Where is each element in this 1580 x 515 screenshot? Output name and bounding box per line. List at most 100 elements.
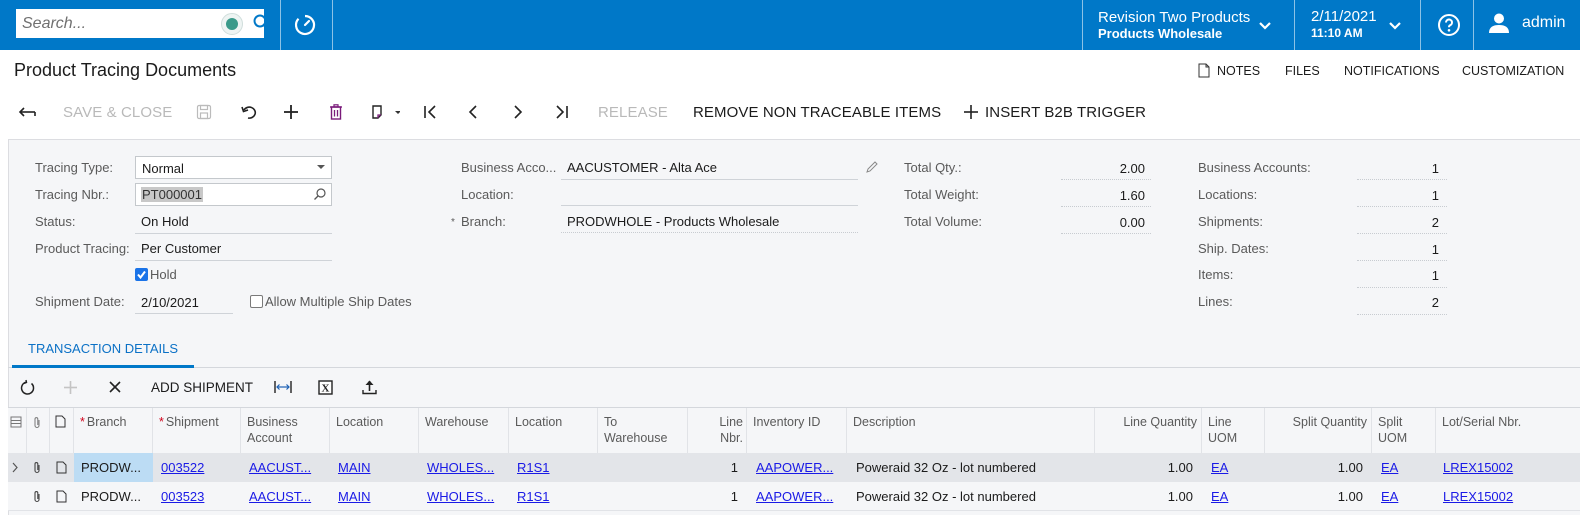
warehouse-link[interactable]: WHOLES... [427,460,494,475]
save-button[interactable] [196,99,212,125]
lot-serial-link[interactable]: LREX15002 [1443,460,1513,475]
delete-button[interactable] [329,99,343,125]
allow-multiple-ship-dates-checkbox[interactable] [250,295,263,308]
cell-branch[interactable]: PRODW... [74,482,153,511]
paperclip-icon[interactable] [32,490,42,503]
undo-button[interactable] [240,99,257,125]
shipment-link[interactable]: 003523 [161,489,204,504]
row-selector-chevron-icon[interactable] [11,462,19,473]
column-header-line-quantity[interactable]: Line Quantity [1095,408,1202,454]
location-link[interactable]: MAIN [338,489,371,504]
count-value: 2 [1431,215,1439,230]
note-icon[interactable] [56,461,67,474]
column-label: Branch [86,415,127,429]
divider [1473,0,1474,50]
cell-to-warehouse[interactable] [598,453,688,482]
customization-link[interactable]: CUSTOMIZATION [1462,64,1564,78]
split-uom-link[interactable]: EA [1381,489,1398,504]
column-header-line-uom[interactable]: Line UOM [1202,408,1265,454]
chevron-down-icon[interactable] [1388,21,1402,31]
column-header-shipment[interactable]: * Shipment [153,408,241,454]
tracing-nbr-input[interactable]: PT000001 [135,183,332,206]
column-header-warehouse[interactable]: Warehouse [419,408,509,454]
wh-location-link[interactable]: R1S1 [517,460,550,475]
assistant-icon[interactable] [221,13,243,35]
lookup-search-icon[interactable] [313,187,327,201]
tracing-type-select[interactable]: Normal [135,156,332,179]
location-link[interactable]: MAIN [338,460,371,475]
help-icon[interactable] [1437,13,1461,37]
tab-transaction-details[interactable]: TRANSACTION DETAILS [13,340,193,367]
release-button[interactable]: RELEASE [598,99,668,125]
page-title: Product Tracing Documents [14,60,237,80]
edit-pencil-icon[interactable] [865,160,879,174]
search-icon[interactable] [252,13,272,33]
notes-link[interactable]: NOTES [1217,64,1260,78]
cell-branch[interactable]: PRODW... [74,453,153,482]
refresh-button[interactable] [20,376,36,398]
column-header-location[interactable]: Location [330,408,419,454]
remove-non-traceable-button[interactable]: REMOVE NON TRACEABLE ITEMS [693,99,941,125]
business-account-link[interactable]: AACUST... [249,489,311,504]
inventory-id-link[interactable]: AAPOWER... [756,460,833,475]
column-header-business-account[interactable]: Business Account [241,408,330,454]
business-account-value[interactable]: AACUSTOMER - Alta Ace [567,160,717,175]
export-excel-button[interactable]: X [318,376,333,398]
add-shipment-button[interactable]: ADD SHIPMENT [151,376,253,398]
required-mark: * [159,415,164,429]
shipment-link[interactable]: 003522 [161,460,204,475]
files-link[interactable]: FILES [1285,64,1320,78]
first-record-button[interactable] [423,99,437,125]
table-row[interactable]: PRODW... 003523 AACUST... MAIN WHOLES...… [8,482,1580,511]
business-date-selector[interactable]: 2/11/2021 11:10 AM [1311,8,1377,41]
cell-to-warehouse[interactable] [598,482,688,511]
save-close-button[interactable]: SAVE & CLOSE [63,99,172,125]
chevron-down-icon[interactable] [1258,21,1272,31]
copy-paste-menu[interactable] [370,99,400,125]
dropdown-arrow-icon [317,165,325,169]
line-uom-link[interactable]: EA [1211,460,1228,475]
column-header-split-uom[interactable]: Split UOM [1372,408,1436,454]
notifications-link[interactable]: NOTIFICATIONS [1344,64,1440,78]
shipment-date-value[interactable]: 2/10/2021 [141,295,199,310]
warehouse-link[interactable]: WHOLES... [427,489,494,504]
branch-value[interactable]: PRODWHOLE - Products Wholesale [567,214,779,229]
column-header-branch[interactable]: * Branch [74,408,153,454]
business-account-link[interactable]: AACUST... [249,460,311,475]
shipment-date-label: Shipment Date: [35,294,125,309]
split-uom-link[interactable]: EA [1381,460,1398,475]
previous-record-button[interactable] [468,99,478,125]
fit-columns-button[interactable] [274,376,292,398]
column-header-lot-serial-nbr[interactable]: Lot/Serial Nbr. [1436,408,1580,454]
column-header-split-quantity[interactable]: Split Quantity [1265,408,1372,454]
hold-checkbox[interactable] [135,268,148,281]
note-icon[interactable] [56,490,67,503]
inventory-id-link[interactable]: AAPOWER... [756,489,833,504]
column-header-to-warehouse[interactable]: To Warehouse [598,408,688,454]
paperclip-icon[interactable] [32,461,42,474]
search-input[interactable] [22,14,192,33]
company-branch-selector[interactable]: Revision Two Products Products Wholesale [1098,9,1250,41]
column-header-line-nbr[interactable]: Line Nbr. [688,408,747,454]
line-uom-link[interactable]: EA [1211,489,1228,504]
user-menu[interactable]: admin [1488,12,1566,34]
column-header-description[interactable]: Description [847,408,1095,454]
insert-b2b-trigger-button[interactable]: INSERT B2B TRIGGER [963,99,1146,125]
column-header-wh-location[interactable]: Location [509,408,598,454]
notes-icon[interactable] [1198,63,1210,78]
column-settings-header[interactable] [8,408,27,454]
wh-location-link[interactable]: R1S1 [517,489,550,504]
next-record-button[interactable] [513,99,523,125]
back-button[interactable] [17,99,37,125]
search-box[interactable] [16,9,271,38]
field-underline [135,233,332,234]
recent-history-icon[interactable] [292,12,318,38]
add-row-button[interactable] [63,376,78,398]
delete-row-button[interactable] [108,376,122,398]
lot-serial-link[interactable]: LREX15002 [1443,489,1513,504]
column-header-inventory-id[interactable]: Inventory ID [747,408,847,454]
add-button[interactable] [283,99,299,125]
table-row[interactable]: PRODW... 003522 AACUST... MAIN WHOLES...… [8,453,1580,482]
last-record-button[interactable] [555,99,569,125]
upload-button[interactable] [362,376,377,398]
